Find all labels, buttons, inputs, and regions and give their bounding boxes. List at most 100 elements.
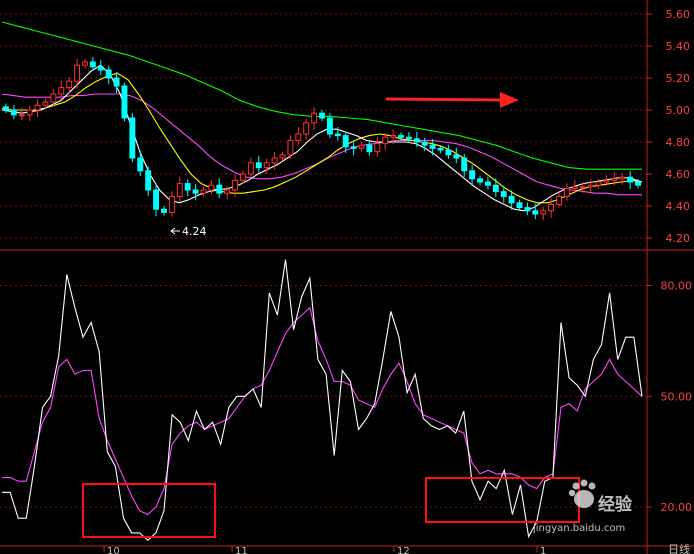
candle-body (540, 210, 547, 215)
candle-body (342, 135, 349, 148)
candle-body (74, 64, 81, 82)
time-tick-label: 1 (540, 546, 546, 554)
candle-body (263, 162, 270, 169)
candle-body (240, 173, 246, 181)
candle-body (611, 178, 618, 181)
candle-body (50, 93, 57, 103)
candle-body (105, 69, 112, 79)
candle-body (311, 112, 318, 124)
candle-body (18, 114, 25, 117)
candle-body (184, 183, 191, 191)
candle-body (556, 195, 562, 205)
candle-body (208, 184, 215, 191)
candle-body (358, 144, 365, 149)
candle-body (200, 189, 207, 194)
kline-chart: 5.60 5.40 5.20 5.00 4.80 4.60 4.40 4.20 4.24 80… (0, 0, 694, 554)
candle-body (477, 178, 483, 183)
candle-body (366, 144, 373, 153)
candle-body (161, 208, 167, 213)
candle-body (492, 184, 499, 193)
candle-body (145, 170, 152, 191)
candle-body (232, 179, 239, 191)
candle-body (579, 186, 586, 189)
candle-body (255, 162, 262, 169)
candle-body (390, 135, 397, 138)
candle-body (153, 189, 160, 210)
candle-body (548, 203, 555, 212)
candle-body (635, 181, 641, 186)
candle-body (176, 183, 183, 197)
candle-body (469, 170, 476, 180)
candle-body (129, 117, 136, 159)
candle-body (421, 141, 428, 146)
candle-body (437, 147, 444, 151)
candle-body (10, 109, 17, 116)
period-label: 日线 (668, 542, 690, 554)
candle-body (26, 109, 33, 116)
price-tick-label: 4.80 (666, 136, 691, 149)
price-tick-label: 5.60 (666, 8, 691, 21)
candle-body (137, 157, 144, 172)
candle-body (42, 101, 49, 106)
candle-body (603, 179, 610, 183)
price-tick-label: 5.00 (666, 104, 691, 117)
candle-body (587, 184, 594, 188)
chart-background (0, 0, 694, 554)
candle-body (168, 195, 175, 213)
candle-body (627, 176, 634, 183)
indicator-tick-label: 20.00 (661, 501, 693, 514)
candle-body (516, 202, 523, 209)
candle-body (113, 77, 120, 87)
candle-body (34, 104, 41, 111)
candle-body (445, 149, 452, 156)
candle-body (3, 106, 9, 111)
candle-body (89, 61, 96, 68)
candle-body (66, 80, 73, 89)
candle-body (224, 189, 231, 194)
candle-body (247, 162, 254, 175)
low-price-label: 4.24 (182, 225, 207, 238)
candlestick (121, 82, 128, 122)
candle-body (334, 133, 341, 137)
candle-body (319, 112, 325, 119)
candle-body (216, 184, 223, 194)
price-tick-label: 5.20 (666, 72, 691, 85)
time-tick-label: 11 (235, 546, 248, 554)
candlestick (129, 112, 136, 163)
price-tick-label: 4.20 (666, 232, 691, 245)
time-tick-label: 10 (107, 546, 120, 554)
candle-body (413, 138, 420, 143)
candle-body (524, 207, 531, 212)
price-tick-label: 5.40 (666, 40, 691, 53)
candle-body (508, 195, 515, 204)
candle-body (429, 144, 436, 149)
candle-body (121, 85, 128, 119)
indicator-tick-label: 80.00 (661, 280, 693, 293)
candle-body (619, 176, 626, 180)
candle-body (398, 135, 404, 138)
candle-body (82, 61, 88, 66)
candle-body (382, 136, 389, 145)
candle-body (97, 66, 104, 71)
candle-body (500, 191, 507, 197)
candle-body (279, 154, 286, 159)
candle-body (58, 87, 65, 95)
candle-body (461, 157, 468, 172)
candle-body (563, 187, 570, 197)
candle-body (532, 210, 539, 215)
candle-body (192, 189, 199, 194)
candle-body (287, 139, 294, 156)
candle-body (303, 122, 310, 135)
watermark-title: 经验 (598, 494, 633, 515)
candle-body (595, 181, 602, 186)
candle-body (453, 154, 460, 159)
candle-body (271, 157, 278, 164)
candle-body (405, 136, 412, 140)
indicator-tick-label: 50.00 (661, 390, 693, 403)
time-tick-label: 12 (397, 546, 410, 554)
watermark-domain: jingyan.baidu.com (532, 523, 625, 534)
candle-body (295, 133, 302, 141)
price-tick-label: 4.60 (666, 168, 691, 181)
candle-body (350, 146, 357, 149)
candle-body (374, 143, 381, 153)
